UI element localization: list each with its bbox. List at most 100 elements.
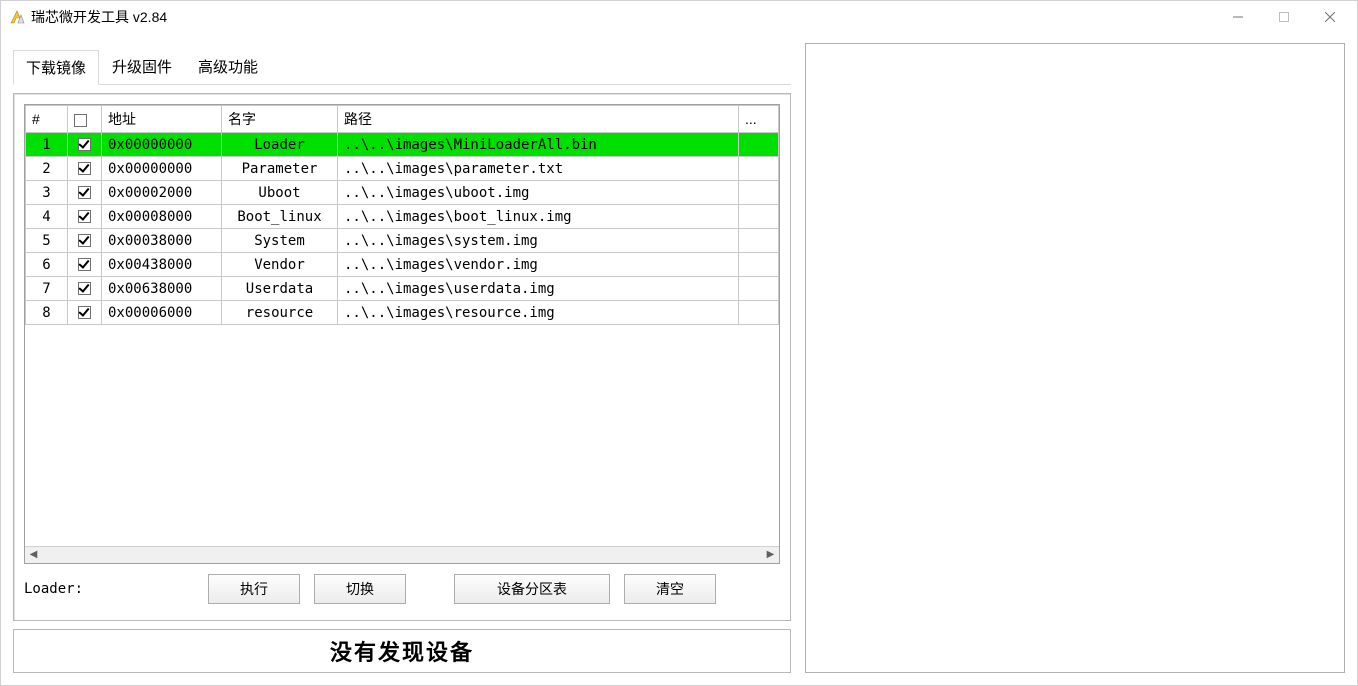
tab-advanced[interactable]: 高级功能: [185, 49, 271, 84]
scroll-right-icon[interactable]: ▶: [764, 550, 777, 560]
col-header-index[interactable]: #: [26, 106, 68, 133]
cell-extra[interactable]: [739, 229, 779, 253]
cell-check[interactable]: [68, 301, 102, 325]
loader-label: Loader:: [24, 581, 194, 597]
app-icon: [9, 9, 25, 25]
cell-name[interactable]: Userdata: [222, 277, 338, 301]
grid-header-row: # 地址 名字 路径 ...: [26, 106, 779, 133]
cell-name[interactable]: resource: [222, 301, 338, 325]
cell-name[interactable]: Boot_linux: [222, 205, 338, 229]
col-header-check[interactable]: [68, 106, 102, 133]
cell-name[interactable]: Vendor: [222, 253, 338, 277]
cell-index: 7: [26, 277, 68, 301]
cell-name[interactable]: System: [222, 229, 338, 253]
col-header-path[interactable]: 路径: [338, 106, 739, 133]
cell-name[interactable]: Parameter: [222, 157, 338, 181]
cell-check[interactable]: [68, 277, 102, 301]
cell-index: 6: [26, 253, 68, 277]
table-row[interactable]: 1 0x00000000Loader..\..\images\MiniLoader…: [26, 133, 779, 157]
table-row[interactable]: 5 0x00038000System..\..\images\system.img: [26, 229, 779, 253]
header-checkbox-icon[interactable]: [74, 114, 87, 127]
action-row: Loader: 执行 切换 设备分区表 清空: [24, 564, 780, 610]
cell-path[interactable]: ..\..\images\resource.img: [338, 301, 739, 325]
table-row[interactable]: 8 0x00006000resource..\..\images\resource…: [26, 301, 779, 325]
status-bar: 没有发现设备: [13, 629, 791, 673]
cell-address[interactable]: 0x00638000: [102, 277, 222, 301]
row-checkbox-icon[interactable]: [78, 234, 91, 247]
cell-index: 1: [26, 133, 68, 157]
cell-check[interactable]: [68, 253, 102, 277]
row-checkbox-icon[interactable]: [78, 282, 91, 295]
col-header-extra[interactable]: ...: [739, 106, 779, 133]
tab-strip: 下载镜像 升级固件 高级功能: [13, 49, 791, 85]
cell-extra[interactable]: [739, 277, 779, 301]
cell-extra[interactable]: [739, 205, 779, 229]
cell-check[interactable]: [68, 205, 102, 229]
table-row[interactable]: 4 0x00008000Boot_linux..\..\images\boot_l…: [26, 205, 779, 229]
tab-download-image[interactable]: 下载镜像: [13, 50, 99, 85]
row-checkbox-icon[interactable]: [78, 306, 91, 319]
col-header-address[interactable]: 地址: [102, 106, 222, 133]
cell-address[interactable]: 0x00006000: [102, 301, 222, 325]
cell-path[interactable]: ..\..\images\boot_linux.img: [338, 205, 739, 229]
cell-index: 8: [26, 301, 68, 325]
download-panel: # 地址 名字 路径 ... 10x00000000Loader..\..\im…: [13, 93, 791, 621]
row-checkbox-icon[interactable]: [78, 138, 91, 151]
cell-check[interactable]: [68, 181, 102, 205]
switch-button[interactable]: 切换: [314, 574, 406, 604]
window-controls: [1215, 1, 1353, 33]
tab-upgrade-firmware[interactable]: 升级固件: [99, 49, 185, 84]
execute-button[interactable]: 执行: [208, 574, 300, 604]
cell-index: 4: [26, 205, 68, 229]
partition-table-button[interactable]: 设备分区表: [454, 574, 610, 604]
cell-address[interactable]: 0x00000000: [102, 157, 222, 181]
window-title: 瑞芯微开发工具 v2.84: [31, 7, 1215, 27]
status-text: 没有发现设备: [330, 635, 474, 667]
cell-extra[interactable]: [739, 133, 779, 157]
cell-check[interactable]: [68, 133, 102, 157]
clear-button[interactable]: 清空: [624, 574, 716, 604]
horizontal-scrollbar[interactable]: ◀ ▶: [25, 546, 779, 563]
cell-index: 5: [26, 229, 68, 253]
minimize-button[interactable]: [1215, 1, 1261, 33]
cell-address[interactable]: 0x00038000: [102, 229, 222, 253]
client-area: 下载镜像 升级固件 高级功能 # 地址 名字: [1, 33, 1357, 685]
cell-address[interactable]: 0x00438000: [102, 253, 222, 277]
cell-extra[interactable]: [739, 181, 779, 205]
app-window: 瑞芯微开发工具 v2.84 下载镜像 升级固件 高级功能: [0, 0, 1358, 686]
cell-extra[interactable]: [739, 301, 779, 325]
col-header-name[interactable]: 名字: [222, 106, 338, 133]
cell-path[interactable]: ..\..\images\MiniLoaderAll.bin: [338, 133, 739, 157]
cell-extra[interactable]: [739, 253, 779, 277]
table-row[interactable]: 3 0x00002000Uboot..\..\images\uboot.img: [26, 181, 779, 205]
row-checkbox-icon[interactable]: [78, 258, 91, 271]
cell-path[interactable]: ..\..\images\system.img: [338, 229, 739, 253]
cell-path[interactable]: ..\..\images\parameter.txt: [338, 157, 739, 181]
image-grid: # 地址 名字 路径 ... 10x00000000Loader..\..\im…: [24, 104, 780, 564]
titlebar: 瑞芯微开发工具 v2.84: [1, 1, 1357, 33]
cell-address[interactable]: 0x00008000: [102, 205, 222, 229]
cell-name[interactable]: Uboot: [222, 181, 338, 205]
log-panel[interactable]: [805, 43, 1345, 673]
maximize-button[interactable]: [1261, 1, 1307, 33]
row-checkbox-icon[interactable]: [78, 210, 91, 223]
left-pane: 下载镜像 升级固件 高级功能 # 地址 名字: [13, 43, 791, 673]
cell-name[interactable]: Loader: [222, 133, 338, 157]
cell-path[interactable]: ..\..\images\vendor.img: [338, 253, 739, 277]
cell-index: 2: [26, 157, 68, 181]
row-checkbox-icon[interactable]: [78, 162, 91, 175]
scroll-left-icon[interactable]: ◀: [27, 550, 40, 560]
cell-check[interactable]: [68, 229, 102, 253]
row-checkbox-icon[interactable]: [78, 186, 91, 199]
cell-address[interactable]: 0x00000000: [102, 133, 222, 157]
cell-path[interactable]: ..\..\images\uboot.img: [338, 181, 739, 205]
cell-path[interactable]: ..\..\images\userdata.img: [338, 277, 739, 301]
cell-extra[interactable]: [739, 157, 779, 181]
cell-address[interactable]: 0x00002000: [102, 181, 222, 205]
close-button[interactable]: [1307, 1, 1353, 33]
table-row[interactable]: 2 0x00000000Parameter..\..\images\paramet…: [26, 157, 779, 181]
table-row[interactable]: 7 0x00638000Userdata..\..\images\userdata…: [26, 277, 779, 301]
table-row[interactable]: 6 0x00438000Vendor..\..\images\vendor.img: [26, 253, 779, 277]
cell-check[interactable]: [68, 157, 102, 181]
cell-index: 3: [26, 181, 68, 205]
